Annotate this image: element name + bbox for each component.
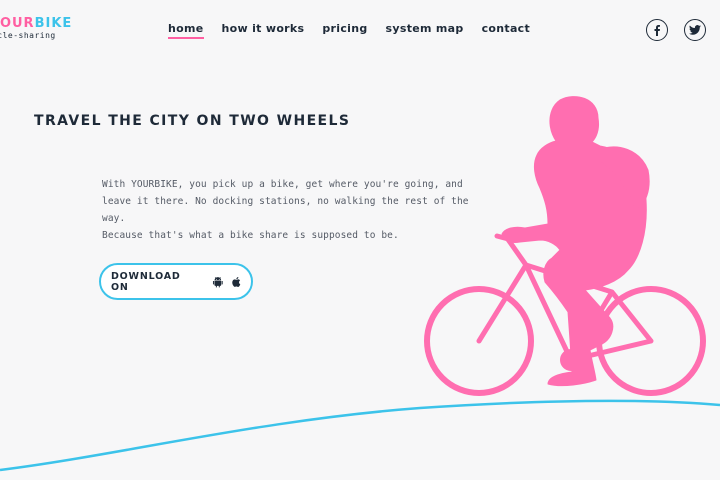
hero-headline: TRAVEL THE CITY ON TWO WHEELS: [34, 113, 351, 129]
nav-contact[interactable]: contact: [482, 22, 530, 35]
nav-system-map[interactable]: system map: [386, 22, 464, 35]
twitter-button[interactable]: [684, 19, 706, 41]
apple-icon[interactable]: [231, 276, 243, 288]
nav-how-it-works[interactable]: how it works: [222, 22, 305, 35]
logo-title-part2: BIKE: [34, 16, 73, 31]
social-links: [646, 19, 706, 41]
android-icon[interactable]: [212, 276, 224, 288]
twitter-icon: [689, 25, 701, 35]
logo-subtitle: bicycle-sharing: [0, 31, 56, 40]
facebook-button[interactable]: [646, 19, 668, 41]
cyclist-silhouette: [424, 96, 706, 396]
nav-pricing[interactable]: pricing: [322, 22, 367, 35]
facebook-icon: [654, 25, 660, 36]
hero-description-line-1: With YOURBIKE, you pick up a bike, get w…: [102, 179, 463, 190]
logo-title: YOURBIKE: [0, 16, 73, 31]
main-nav: home how it works pricing system map con…: [168, 22, 530, 39]
logo-title-part1: YOUR: [0, 16, 35, 31]
hero-description-line-3: Because that's what a bike share is supp…: [102, 230, 399, 241]
road-wave: [0, 399, 720, 472]
nav-home[interactable]: home: [168, 22, 204, 39]
hero-description: With YOURBIKE, you pick up a bike, get w…: [102, 176, 492, 244]
hero-description-line-2: leave it there. No docking stations, no …: [102, 196, 469, 224]
logo[interactable]: YOURBIKE bicycle-sharing: [0, 16, 73, 40]
download-button[interactable]: DOWNLOAD ON: [99, 263, 253, 300]
download-label: DOWNLOAD ON: [111, 270, 181, 293]
